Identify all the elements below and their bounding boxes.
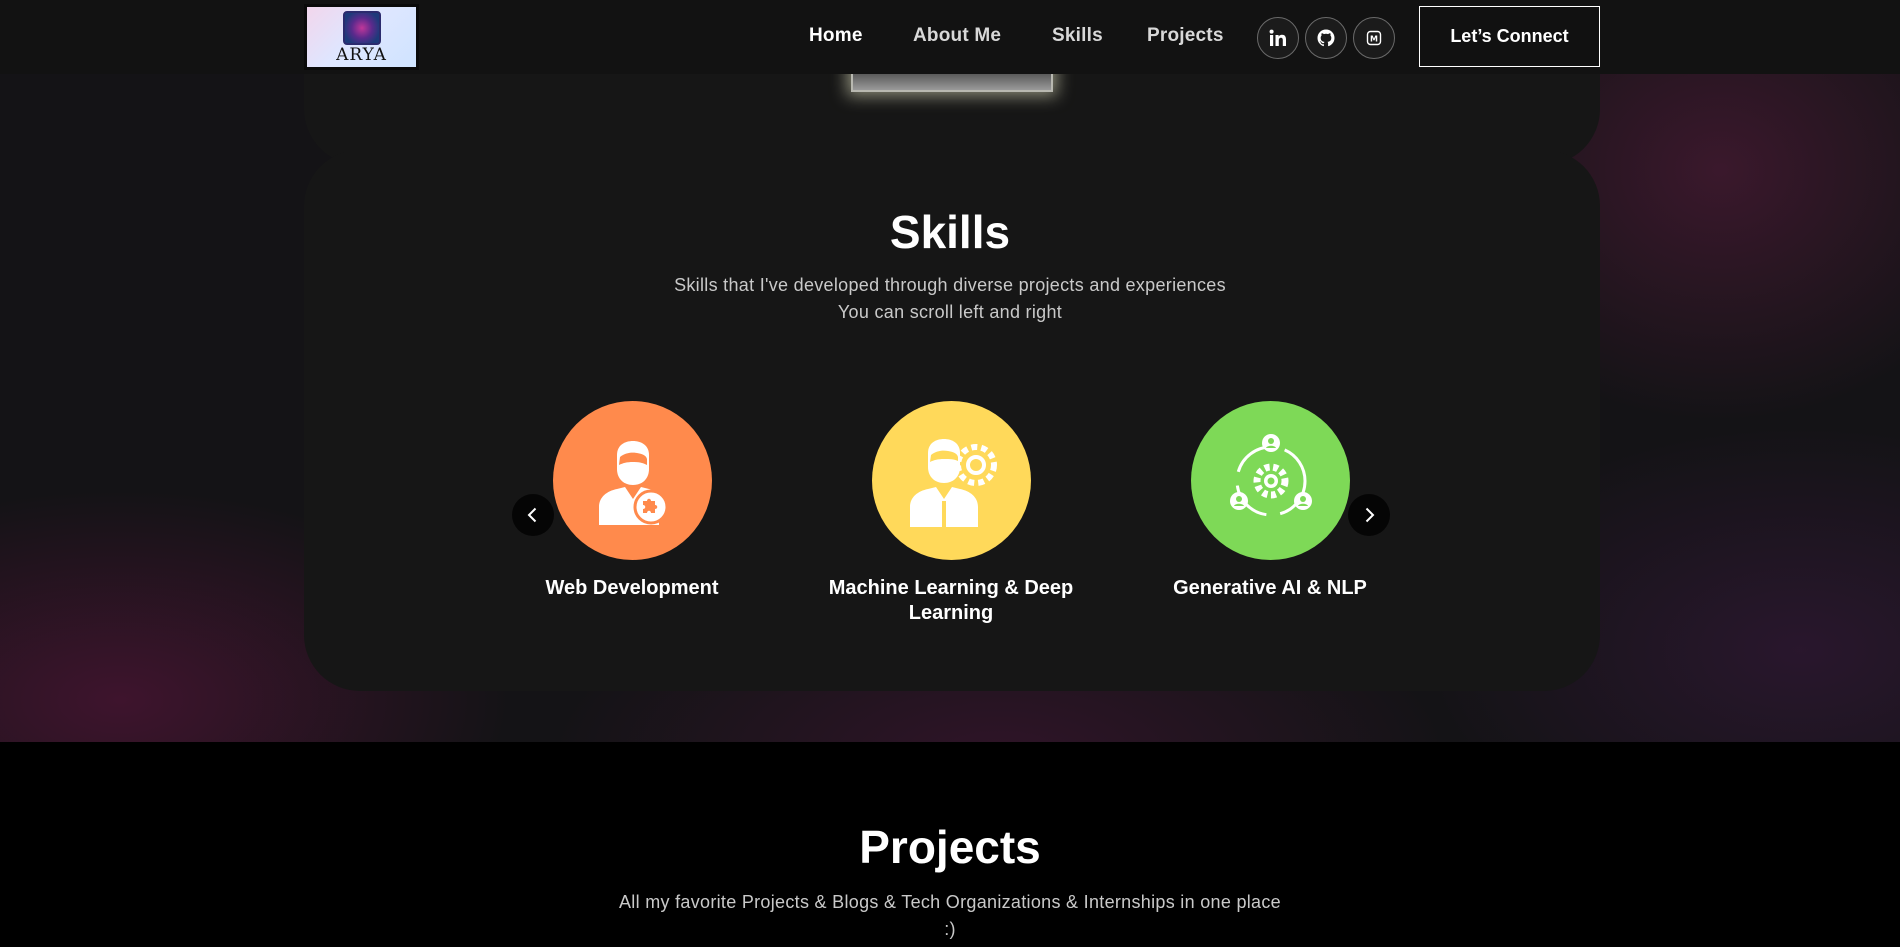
nav-link-skills[interactable]: Skills (1052, 25, 1103, 47)
skill-label-web-development: Web Development (545, 577, 719, 599)
github-icon (1317, 29, 1335, 47)
skill-web-development[interactable] (553, 401, 712, 560)
network-gear-icon (1229, 433, 1312, 516)
skill-label-machine-learning: Machine Learning & Deep Learning (828, 577, 1074, 624)
site-logo[interactable]: ARYA (304, 4, 419, 70)
skill-label-generative-ai: Generative AI & NLP (1173, 577, 1367, 599)
nav-link-about-me[interactable]: About Me (913, 25, 1001, 47)
carousel-next-button[interactable] (1348, 494, 1390, 536)
linkedin-icon (1269, 29, 1286, 46)
skills-subtitle-line1: Skills that I've developed through diver… (674, 275, 1226, 295)
medium-icon: M (1366, 30, 1382, 46)
chevron-left-icon (527, 507, 537, 523)
projects-subtitle-line1: All my favorite Projects & Blogs & Tech … (619, 892, 1281, 912)
logo-text: ARYA (336, 45, 387, 65)
projects-subtitle-line2: :) (944, 919, 956, 939)
skills-title: Skills (889, 206, 1011, 258)
nav-link-home[interactable]: Home (809, 25, 863, 47)
projects-title: Projects (859, 821, 1041, 873)
medium-link[interactable]: M (1353, 17, 1395, 59)
svg-text:M: M (1370, 34, 1378, 43)
developer-puzzle-icon (598, 440, 668, 525)
logo-chip-image (342, 11, 381, 45)
skills-subtitle-line2: You can scroll left and right (837, 302, 1063, 322)
github-link[interactable] (1305, 17, 1347, 59)
chevron-right-icon (1365, 507, 1375, 523)
skill-machine-learning[interactable] (872, 401, 1031, 560)
carousel-prev-button[interactable] (512, 494, 554, 536)
linkedin-link[interactable] (1257, 17, 1299, 59)
lets-connect-button[interactable]: Let’s Connect (1419, 6, 1600, 67)
navbar: ARYA Home About Me Skills Projects M Let… (0, 0, 1900, 74)
nav-link-projects[interactable]: Projects (1147, 25, 1224, 47)
skill-generative-ai[interactable] (1191, 401, 1350, 560)
person-gear-icon (909, 438, 997, 527)
